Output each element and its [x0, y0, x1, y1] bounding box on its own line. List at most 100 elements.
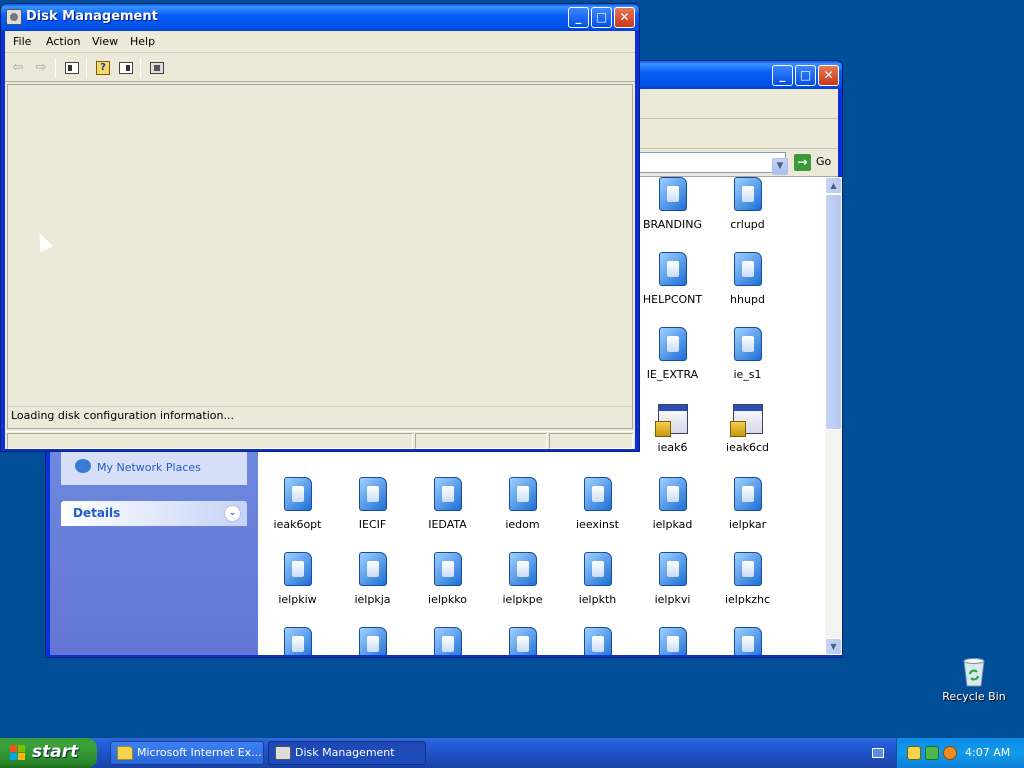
- chevron-down-icon[interactable]: ⌄: [224, 505, 241, 522]
- file-item-label: crlupd: [730, 218, 765, 231]
- show-hide-tree-icon[interactable]: [61, 58, 83, 78]
- maximize-button[interactable]: □: [591, 7, 612, 28]
- folder-icon: [433, 627, 462, 655]
- my-network-places-link[interactable]: My Network Places: [97, 461, 201, 474]
- start-button[interactable]: start: [0, 738, 97, 768]
- details-header[interactable]: Details ⌄: [61, 501, 247, 526]
- file-item-folder[interactable]: ielpkad: [635, 477, 710, 552]
- start-label: start: [32, 742, 79, 762]
- taskbar-button-disk-management[interactable]: Disk Management: [268, 741, 426, 765]
- folder-icon: [583, 552, 612, 586]
- file-item-folder[interactable]: ielpkpe: [485, 552, 560, 627]
- properties-icon[interactable]: [146, 58, 168, 78]
- maximize-button[interactable]: □: [795, 65, 816, 86]
- scroll-up-button[interactable]: ▲: [825, 177, 842, 194]
- file-item-folder[interactable]: [560, 627, 635, 655]
- file-item-folder[interactable]: ielpkiw: [260, 552, 335, 627]
- status-bar: [5, 431, 635, 449]
- taskbar-button-label: Microsoft Internet Ex...: [137, 746, 262, 759]
- file-item-folder[interactable]: IECIF: [335, 477, 410, 552]
- file-item-folder[interactable]: ielpkvi: [635, 552, 710, 627]
- folder-icon: [433, 477, 462, 511]
- file-item-folder[interactable]: ielpkko: [410, 552, 485, 627]
- menu-view[interactable]: View: [92, 35, 118, 48]
- toolbar-separator: [140, 58, 141, 78]
- file-item-folder[interactable]: ielpkar: [710, 477, 785, 552]
- file-item-application[interactable]: ieak6: [635, 402, 710, 477]
- disk-management-titlebar[interactable]: Disk Management _ □ ✕: [1, 4, 639, 31]
- scroll-down-button[interactable]: ▼: [825, 638, 842, 655]
- toolbar-separator: [55, 58, 56, 78]
- windows-logo-icon: [10, 745, 26, 761]
- file-item-label: ielpkpe: [502, 593, 543, 606]
- scroll-thumb[interactable]: [825, 194, 842, 430]
- security-shield-icon[interactable]: [907, 746, 921, 760]
- help-topics-icon[interactable]: ?: [92, 58, 114, 78]
- menu-file[interactable]: File: [13, 35, 31, 48]
- chevron-down-icon[interactable]: ▼: [772, 158, 788, 175]
- folder-icon: [283, 627, 312, 655]
- minimize-button[interactable]: _: [568, 7, 589, 28]
- folder-icon: [358, 627, 387, 655]
- file-item-folder[interactable]: [410, 627, 485, 655]
- file-item-folder[interactable]: IE_EXTRA: [635, 327, 710, 402]
- folder-icon: [733, 627, 762, 655]
- file-item-folder[interactable]: ieak6opt: [260, 477, 335, 552]
- file-item-label: ieak6: [657, 441, 688, 454]
- file-item-folder[interactable]: [335, 627, 410, 655]
- show-hide-action-pane-icon[interactable]: [115, 58, 137, 78]
- file-item-label: ielpkiw: [278, 593, 317, 606]
- taskbar: start Microsoft Internet Ex... Disk Mana…: [0, 738, 1024, 768]
- application-icon: [729, 404, 763, 437]
- close-button[interactable]: ✕: [818, 65, 839, 86]
- file-item-folder[interactable]: HELPCONT: [635, 252, 710, 327]
- taskbar-button-internet-explorer[interactable]: Microsoft Internet Ex...: [110, 741, 264, 765]
- file-item-folder[interactable]: hhupd: [710, 252, 785, 327]
- file-item-label: IEDATA: [428, 518, 467, 531]
- minimize-button[interactable]: _: [772, 65, 793, 86]
- file-item-folder[interactable]: ielpkja: [335, 552, 410, 627]
- menu-action[interactable]: Action: [46, 35, 80, 48]
- status-cell: [415, 433, 547, 449]
- search-icon[interactable]: [943, 746, 957, 760]
- vertical-scrollbar[interactable]: ▲ ▼: [825, 177, 842, 655]
- network-places-icon: [75, 459, 91, 473]
- go-button[interactable]: → Go: [792, 152, 836, 173]
- file-item-folder[interactable]: [485, 627, 560, 655]
- file-item-label: ie_s1: [733, 368, 762, 381]
- file-item-folder[interactable]: ielpkzhc: [710, 552, 785, 627]
- disk-management-icon: [275, 746, 291, 760]
- menu-help[interactable]: Help: [130, 35, 155, 48]
- file-item-label: ielpkar: [728, 518, 767, 531]
- back-arrow-icon[interactable]: ⇦: [7, 58, 29, 78]
- go-arrow-icon: →: [794, 154, 811, 171]
- file-item-folder[interactable]: IEDATA: [410, 477, 485, 552]
- folder-icon: [583, 477, 612, 511]
- file-item-folder[interactable]: BRANDING: [635, 177, 710, 252]
- file-item-folder[interactable]: iedom: [485, 477, 560, 552]
- folder-icon: [358, 552, 387, 586]
- file-item-folder[interactable]: [710, 627, 785, 655]
- file-item-folder[interactable]: ieexinst: [560, 477, 635, 552]
- file-item-folder[interactable]: crlupd: [710, 177, 785, 252]
- folder-icon: [508, 552, 537, 586]
- file-item-folder[interactable]: [260, 627, 335, 655]
- folder-icon: [658, 327, 687, 361]
- disk-management-window[interactable]: Disk Management _ □ ✕ File Action View H…: [0, 3, 640, 452]
- desktop-icon-recycle-bin[interactable]: Recycle Bin: [934, 656, 1014, 703]
- forward-arrow-icon[interactable]: ⇨: [30, 58, 52, 78]
- folder-icon: [658, 477, 687, 511]
- file-item-label: IECIF: [358, 518, 387, 531]
- file-item-folder[interactable]: ie_s1: [710, 327, 785, 402]
- keyboard-language-icon[interactable]: [872, 748, 884, 758]
- network-icon[interactable]: [925, 746, 939, 760]
- close-button[interactable]: ✕: [614, 7, 635, 28]
- status-cell: [7, 433, 413, 449]
- file-item-label: ielpkvi: [654, 593, 691, 606]
- file-item-folder[interactable]: [635, 627, 710, 655]
- file-item-folder[interactable]: ielpkth: [560, 552, 635, 627]
- folder-icon: [658, 552, 687, 586]
- disk-management-client: File Action View Help ⇦ ⇨ ? Loading disk…: [5, 31, 635, 449]
- file-item-application[interactable]: ieak6cd: [710, 402, 785, 477]
- disk-management-workspace[interactable]: Loading disk configuration information..…: [7, 84, 633, 429]
